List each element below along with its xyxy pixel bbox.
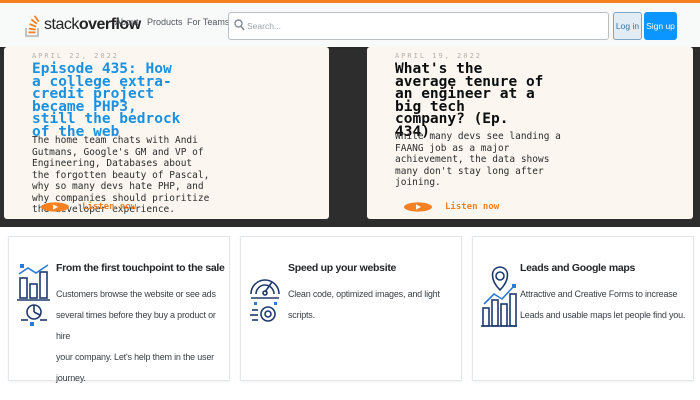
play-icon (404, 202, 432, 212)
feature-description: Clean code, optimized images, and light s… (288, 284, 440, 326)
feature-description-line: your company. Let's help them in the use… (56, 352, 214, 362)
podcast-description-line: achievement, the data shows (395, 154, 550, 165)
feature-description-line: Attractive and Creative Forms to increas… (520, 289, 678, 299)
stack-logo-icon (25, 15, 40, 37)
podcast-description: While many devs see landing a FAANG job a… (395, 131, 561, 189)
signup-button[interactable]: Sign up (644, 12, 677, 40)
top-bar: stackoverflow About Products For Teams S… (0, 0, 700, 47)
feature-description-line: several times before they buy a product … (56, 310, 216, 341)
analytics-chart-icon (17, 264, 50, 326)
feature-description-line: Customers browse the website or see ads (56, 289, 216, 299)
podcast-date: APRIL 22, 2022 (32, 52, 120, 60)
search-icon (234, 19, 245, 31)
nav-for-teams[interactable]: For Teams (187, 17, 229, 27)
feature-description-line: scripts. (288, 310, 315, 320)
feature-card-leads: Leads and Google maps Attractive and Cre… (472, 236, 694, 381)
podcast-card-435[interactable]: APRIL 22, 2022 Episode 435: How a college… (4, 47, 329, 219)
podcast-description-line: joining. (395, 177, 441, 188)
podcast-description-line: the forgotten beauty of Pascal, (32, 169, 210, 181)
feature-card-touchpoint: From the first touchpoint to the sale Cu… (8, 236, 230, 383)
feature-description-line: Clean code, optimized images, and light (288, 289, 440, 299)
podcast-description-line: While many devs see landing a (395, 131, 561, 142)
map-pin-chart-icon (481, 266, 517, 327)
feature-description: Customers browse the website or see ads s… (56, 284, 229, 389)
podcast-description-line: FAANG job as a major (395, 142, 510, 154)
podcast-description-line: The home team chats with Andi (32, 135, 198, 146)
search-placeholder: Search... (247, 21, 282, 31)
feature-description-line: journey. (56, 373, 86, 383)
listen-now-link[interactable]: Listen now (40, 202, 136, 212)
feature-title: Speed up your website (288, 262, 397, 274)
listen-now-link[interactable]: Listen now (403, 202, 499, 212)
nav-about[interactable]: About (115, 17, 139, 27)
feature-description: Attractive and Creative Forms to increas… (520, 284, 685, 326)
feature-card-speed: Speed up your website Clean code, optimi… (240, 236, 462, 381)
podcast-title[interactable]: Episode 435: How a college extra-credit p… (32, 62, 180, 138)
podcast-description-line: why so many devs hate PHP, and (32, 181, 204, 192)
podcast-description-line: Engineering, Databases about (32, 158, 193, 169)
feature-title: From the first touchpoint to the sale (56, 262, 225, 274)
podcast-date: APRIL 19, 2022 (395, 52, 483, 60)
podcast-card-434[interactable]: APRIL 19, 2022 What's the average tenure … (367, 47, 693, 219)
nav-products[interactable]: Products (147, 17, 183, 27)
feature-title: Leads and Google maps (520, 262, 636, 274)
podcast-description-line: many don't stay long after (395, 165, 544, 177)
podcast-title[interactable]: What's the average tenure of an engineer a… (395, 62, 543, 138)
podcast-description-line: Gutmans, Google's GM and VP of (32, 146, 204, 158)
search-input[interactable]: Search... (228, 12, 609, 40)
feature-description-line: Leads and usable maps let people find yo… (520, 310, 686, 320)
play-icon (41, 202, 69, 212)
login-button[interactable]: Log in (613, 12, 642, 40)
speed-gauge-icon (250, 279, 280, 322)
